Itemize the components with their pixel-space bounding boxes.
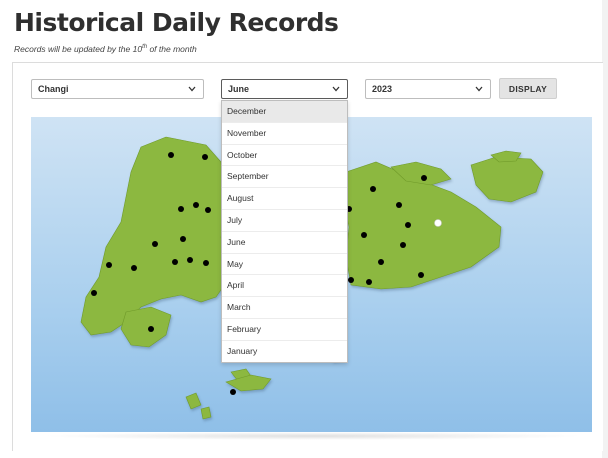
month-select-value: June <box>228 84 250 94</box>
station-marker <box>418 272 424 278</box>
selected-station-marker <box>434 219 442 227</box>
jurong-island <box>120 306 172 348</box>
chevron-down-icon <box>331 84 341 94</box>
station-marker <box>131 265 137 271</box>
station-marker <box>230 389 236 395</box>
month-option-may[interactable]: May <box>222 254 347 276</box>
station-marker <box>202 154 208 160</box>
station-marker <box>152 241 158 247</box>
map-shadow <box>40 432 585 440</box>
month-option-june[interactable]: June <box>222 232 347 254</box>
station-marker <box>178 206 184 212</box>
station-marker <box>378 259 384 265</box>
station-marker <box>172 259 178 265</box>
station-marker <box>91 290 97 296</box>
chevron-down-icon <box>187 84 197 94</box>
station-marker <box>366 279 372 285</box>
year-select[interactable]: 2023 <box>365 79 491 99</box>
month-option-september[interactable]: September <box>222 166 347 189</box>
year-select-value: 2023 <box>372 84 393 94</box>
southern-island-3 <box>200 406 212 420</box>
station-select-value: Changi <box>38 84 69 94</box>
station-marker <box>203 260 209 266</box>
station-marker <box>193 202 199 208</box>
station-marker <box>106 262 112 268</box>
station-marker <box>400 242 406 248</box>
station-marker <box>405 222 411 228</box>
month-option-december[interactable]: December <box>222 101 347 123</box>
station-marker <box>396 202 402 208</box>
station-marker <box>180 236 186 242</box>
month-option-january[interactable]: January <box>222 341 347 362</box>
station-marker <box>187 257 193 263</box>
station-marker <box>421 175 427 181</box>
station-marker <box>348 277 354 283</box>
station-marker <box>148 326 154 332</box>
page-title: Historical Daily Records <box>14 8 339 37</box>
month-option-november[interactable]: November <box>222 123 347 145</box>
station-marker <box>205 207 211 213</box>
month-option-july[interactable]: July <box>222 210 347 232</box>
station-marker <box>168 152 174 158</box>
month-option-october[interactable]: October <box>222 145 347 167</box>
display-button[interactable]: DISPLAY <box>499 78 557 99</box>
page-subtitle: Records will be updated by the 10th of t… <box>14 44 197 54</box>
sentosa <box>225 374 272 392</box>
month-option-august[interactable]: August <box>222 188 347 210</box>
station-marker <box>361 232 367 238</box>
southern-island-2 <box>185 392 202 410</box>
month-option-march[interactable]: March <box>222 297 347 319</box>
month-option-april[interactable]: April <box>222 275 347 298</box>
month-option-february[interactable]: February <box>222 319 347 341</box>
pulau-tekong <box>470 156 544 203</box>
station-marker <box>370 186 376 192</box>
month-select[interactable]: June <box>221 79 348 99</box>
chevron-down-icon <box>474 84 484 94</box>
mainland-west <box>80 136 232 336</box>
month-dropdown-list[interactable]: December November October September Augu… <box>221 100 348 363</box>
station-select[interactable]: Changi <box>31 79 204 99</box>
